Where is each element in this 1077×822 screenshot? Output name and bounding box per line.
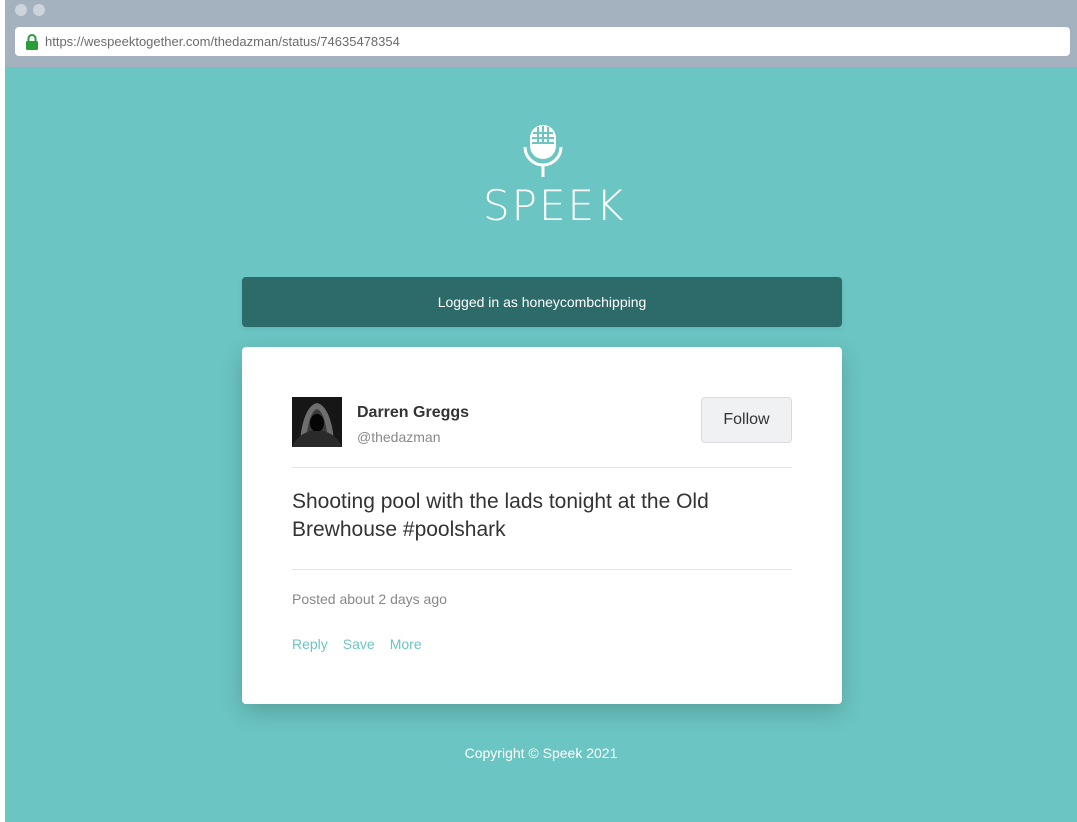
window-minimize-button[interactable]: [33, 4, 45, 16]
page-body: SPEEK Logged in as honeycombchipping Dar…: [5, 67, 1077, 822]
brand-name: SPEEK: [483, 181, 626, 230]
login-status-bar: Logged in as honeycombchipping: [242, 277, 842, 327]
microphone-icon: [521, 123, 565, 184]
author-name[interactable]: Darren Greggs: [357, 404, 469, 422]
login-status-text: Logged in as honeycombchipping: [437, 294, 647, 310]
post-actions: Reply Save More: [292, 636, 422, 652]
avatar[interactable]: [292, 397, 342, 447]
lock-icon: [25, 33, 39, 50]
reply-link[interactable]: Reply: [292, 636, 328, 652]
window-close-button[interactable]: [15, 4, 27, 16]
post-card: Darren Greggs @thedazman Follow Shooting…: [242, 347, 842, 704]
post-text: Shooting pool with the lads tonight at t…: [292, 490, 709, 541]
browser-chrome: https://wespeektogether.com/thedazman/st…: [5, 0, 1077, 67]
author-handle[interactable]: @thedazman: [357, 429, 440, 445]
more-link[interactable]: More: [390, 636, 422, 652]
address-bar[interactable]: https://wespeektogether.com/thedazman/st…: [15, 27, 1070, 56]
footer-copyright: Copyright © Speek 2021: [464, 745, 618, 761]
divider: [292, 467, 792, 468]
speek-logo[interactable]: SPEEK: [483, 123, 626, 235]
save-link[interactable]: Save: [343, 636, 375, 652]
url-text: https://wespeektogether.com/thedazman/st…: [45, 34, 400, 49]
post-timestamp: Posted about 2 days ago: [292, 591, 447, 607]
divider: [292, 569, 792, 570]
follow-button[interactable]: Follow: [701, 397, 792, 443]
